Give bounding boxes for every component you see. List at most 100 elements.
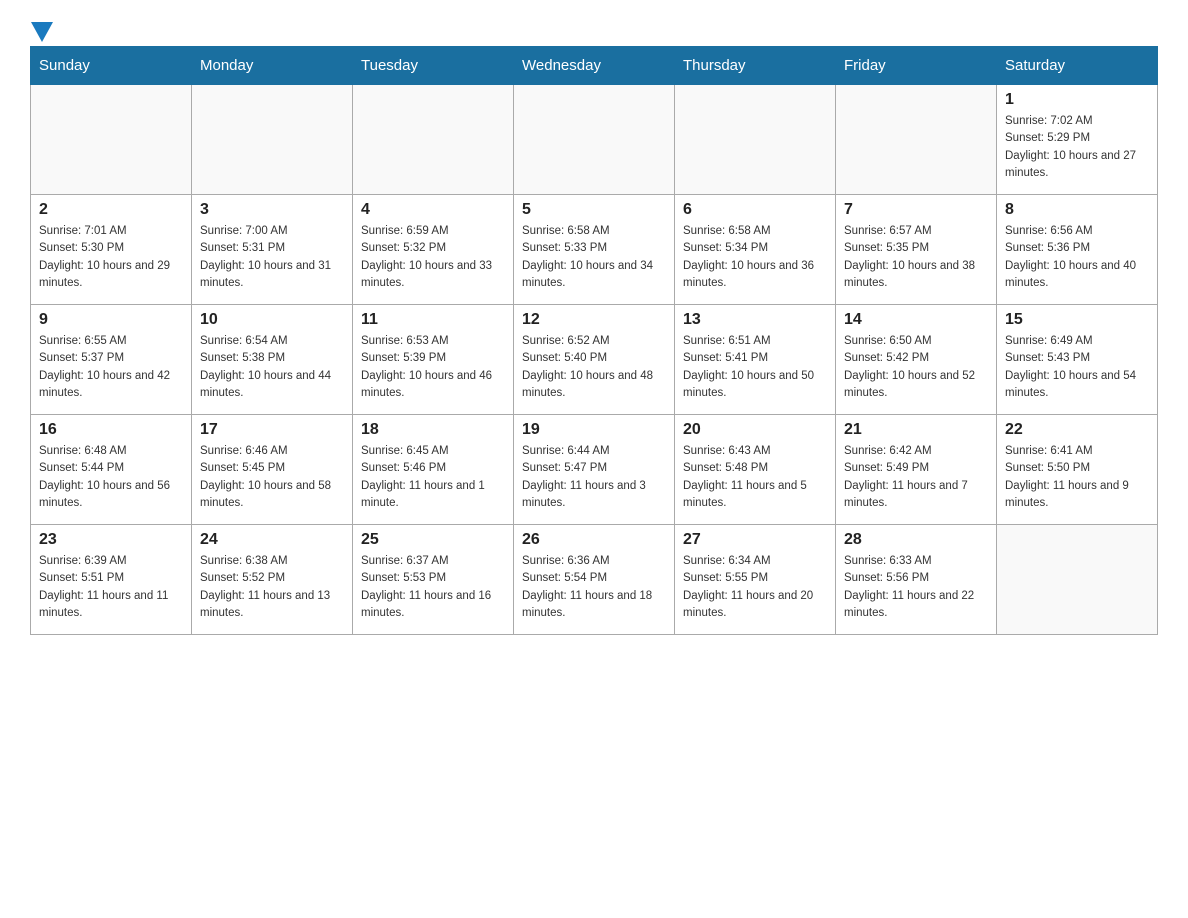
calendar-cell: 5 Sunrise: 6:58 AM Sunset: 5:33 PM Daylig… [514,195,675,305]
week-row-4: 16 Sunrise: 6:48 AM Sunset: 5:44 PM Dayli… [31,415,1158,525]
day-info: Sunrise: 6:43 AM Sunset: 5:48 PM Dayligh… [683,443,827,512]
calendar-cell [675,85,836,195]
day-number: 12 [522,311,666,329]
day-number: 23 [39,531,183,549]
week-row-1: 1 Sunrise: 7:02 AM Sunset: 5:29 PM Daylig… [31,85,1158,195]
week-row-2: 2 Sunrise: 7:01 AM Sunset: 5:30 PM Daylig… [31,195,1158,305]
day-number: 13 [683,311,827,329]
day-number: 18 [361,421,505,439]
calendar-cell: 10 Sunrise: 6:54 AM Sunset: 5:38 PM Dayli… [192,305,353,415]
calendar-cell: 7 Sunrise: 6:57 AM Sunset: 5:35 PM Daylig… [836,195,997,305]
week-row-5: 23 Sunrise: 6:39 AM Sunset: 5:51 PM Dayli… [31,525,1158,635]
week-row-3: 9 Sunrise: 6:55 AM Sunset: 5:37 PM Daylig… [31,305,1158,415]
day-number: 20 [683,421,827,439]
day-info: Sunrise: 6:53 AM Sunset: 5:39 PM Dayligh… [361,333,505,402]
day-info: Sunrise: 6:33 AM Sunset: 5:56 PM Dayligh… [844,553,988,622]
calendar-cell [353,85,514,195]
day-number: 14 [844,311,988,329]
day-info: Sunrise: 6:57 AM Sunset: 5:35 PM Dayligh… [844,223,988,292]
day-info: Sunrise: 6:45 AM Sunset: 5:46 PM Dayligh… [361,443,505,512]
day-info: Sunrise: 6:55 AM Sunset: 5:37 PM Dayligh… [39,333,183,402]
calendar-cell [836,85,997,195]
page-header [30,20,1158,36]
calendar-cell: 23 Sunrise: 6:39 AM Sunset: 5:51 PM Dayli… [31,525,192,635]
day-number: 16 [39,421,183,439]
day-info: Sunrise: 6:56 AM Sunset: 5:36 PM Dayligh… [1005,223,1149,292]
calendar-cell: 20 Sunrise: 6:43 AM Sunset: 5:48 PM Dayli… [675,415,836,525]
day-info: Sunrise: 6:41 AM Sunset: 5:50 PM Dayligh… [1005,443,1149,512]
weekday-header-monday: Monday [192,47,353,85]
weekday-header-thursday: Thursday [675,47,836,85]
day-number: 10 [200,311,344,329]
calendar-cell: 11Sunrise: 6:53 AM Sunset: 5:39 PM Dayli… [353,305,514,415]
weekday-header-friday: Friday [836,47,997,85]
day-info: Sunrise: 6:50 AM Sunset: 5:42 PM Dayligh… [844,333,988,402]
day-info: Sunrise: 6:39 AM Sunset: 5:51 PM Dayligh… [39,553,183,622]
calendar-cell: 8 Sunrise: 6:56 AM Sunset: 5:36 PM Daylig… [997,195,1158,305]
calendar-cell: 27 Sunrise: 6:34 AM Sunset: 5:55 PM Dayli… [675,525,836,635]
calendar-cell: 25 Sunrise: 6:37 AM Sunset: 5:53 PM Dayli… [353,525,514,635]
day-number: 9 [39,311,183,329]
calendar-cell: 15 Sunrise: 6:49 AM Sunset: 5:43 PM Dayli… [997,305,1158,415]
day-number: 5 [522,201,666,219]
weekday-header-wednesday: Wednesday [514,47,675,85]
day-info: Sunrise: 6:34 AM Sunset: 5:55 PM Dayligh… [683,553,827,622]
day-info: Sunrise: 6:37 AM Sunset: 5:53 PM Dayligh… [361,553,505,622]
day-number: 15 [1005,311,1149,329]
day-info: Sunrise: 6:44 AM Sunset: 5:47 PM Dayligh… [522,443,666,512]
logo [30,20,53,36]
day-number: 7 [844,201,988,219]
day-info: Sunrise: 6:36 AM Sunset: 5:54 PM Dayligh… [522,553,666,622]
day-number: 1 [1005,91,1149,109]
calendar-cell: 16 Sunrise: 6:48 AM Sunset: 5:44 PM Dayli… [31,415,192,525]
day-info: Sunrise: 6:49 AM Sunset: 5:43 PM Dayligh… [1005,333,1149,402]
calendar-cell [514,85,675,195]
calendar-cell: 18 Sunrise: 6:45 AM Sunset: 5:46 PM Dayli… [353,415,514,525]
day-number: 19 [522,421,666,439]
weekday-header-tuesday: Tuesday [353,47,514,85]
day-number: 3 [200,201,344,219]
day-number: 27 [683,531,827,549]
calendar-cell: 9 Sunrise: 6:55 AM Sunset: 5:37 PM Daylig… [31,305,192,415]
day-info: Sunrise: 6:58 AM Sunset: 5:34 PM Dayligh… [683,223,827,292]
day-number: 6 [683,201,827,219]
calendar-cell: 26 Sunrise: 6:36 AM Sunset: 5:54 PM Dayli… [514,525,675,635]
day-number: 28 [844,531,988,549]
day-number: 2 [39,201,183,219]
calendar-cell: 28 Sunrise: 6:33 AM Sunset: 5:56 PM Dayli… [836,525,997,635]
logo-triangle-icon [31,22,53,44]
calendar-cell [997,525,1158,635]
day-info: Sunrise: 6:58 AM Sunset: 5:33 PM Dayligh… [522,223,666,292]
day-info: Sunrise: 7:02 AM Sunset: 5:29 PM Dayligh… [1005,113,1149,182]
calendar-cell: 2 Sunrise: 7:01 AM Sunset: 5:30 PM Daylig… [31,195,192,305]
day-number: 8 [1005,201,1149,219]
calendar-cell [31,85,192,195]
day-info: Sunrise: 6:48 AM Sunset: 5:44 PM Dayligh… [39,443,183,512]
day-number: 17 [200,421,344,439]
day-number: 24 [200,531,344,549]
day-info: Sunrise: 6:38 AM Sunset: 5:52 PM Dayligh… [200,553,344,622]
day-info: Sunrise: 7:00 AM Sunset: 5:31 PM Dayligh… [200,223,344,292]
day-info: Sunrise: 6:46 AM Sunset: 5:45 PM Dayligh… [200,443,344,512]
calendar-cell: 14 Sunrise: 6:50 AM Sunset: 5:42 PM Dayli… [836,305,997,415]
calendar-cell [192,85,353,195]
day-info: Sunrise: 6:42 AM Sunset: 5:49 PM Dayligh… [844,443,988,512]
calendar-cell: 24 Sunrise: 6:38 AM Sunset: 5:52 PM Dayli… [192,525,353,635]
day-number: 22 [1005,421,1149,439]
day-number: 25 [361,531,505,549]
weekday-header-sunday: Sunday [31,47,192,85]
calendar-cell: 21 Sunrise: 6:42 AM Sunset: 5:49 PM Dayli… [836,415,997,525]
day-info: Sunrise: 6:54 AM Sunset: 5:38 PM Dayligh… [200,333,344,402]
day-number: 26 [522,531,666,549]
weekday-header-saturday: Saturday [997,47,1158,85]
day-info: Sunrise: 6:51 AM Sunset: 5:41 PM Dayligh… [683,333,827,402]
day-info: Sunrise: 6:59 AM Sunset: 5:32 PM Dayligh… [361,223,505,292]
weekday-header-row: SundayMondayTuesdayWednesdayThursdayFrid… [31,47,1158,85]
day-info: Sunrise: 6:52 AM Sunset: 5:40 PM Dayligh… [522,333,666,402]
calendar-table: SundayMondayTuesdayWednesdayThursdayFrid… [30,46,1158,635]
calendar-cell: 6 Sunrise: 6:58 AM Sunset: 5:34 PM Daylig… [675,195,836,305]
day-info: Sunrise: 7:01 AM Sunset: 5:30 PM Dayligh… [39,223,183,292]
calendar-cell: 3 Sunrise: 7:00 AM Sunset: 5:31 PM Daylig… [192,195,353,305]
calendar-cell: 13 Sunrise: 6:51 AM Sunset: 5:41 PM Dayli… [675,305,836,415]
day-number: 21 [844,421,988,439]
